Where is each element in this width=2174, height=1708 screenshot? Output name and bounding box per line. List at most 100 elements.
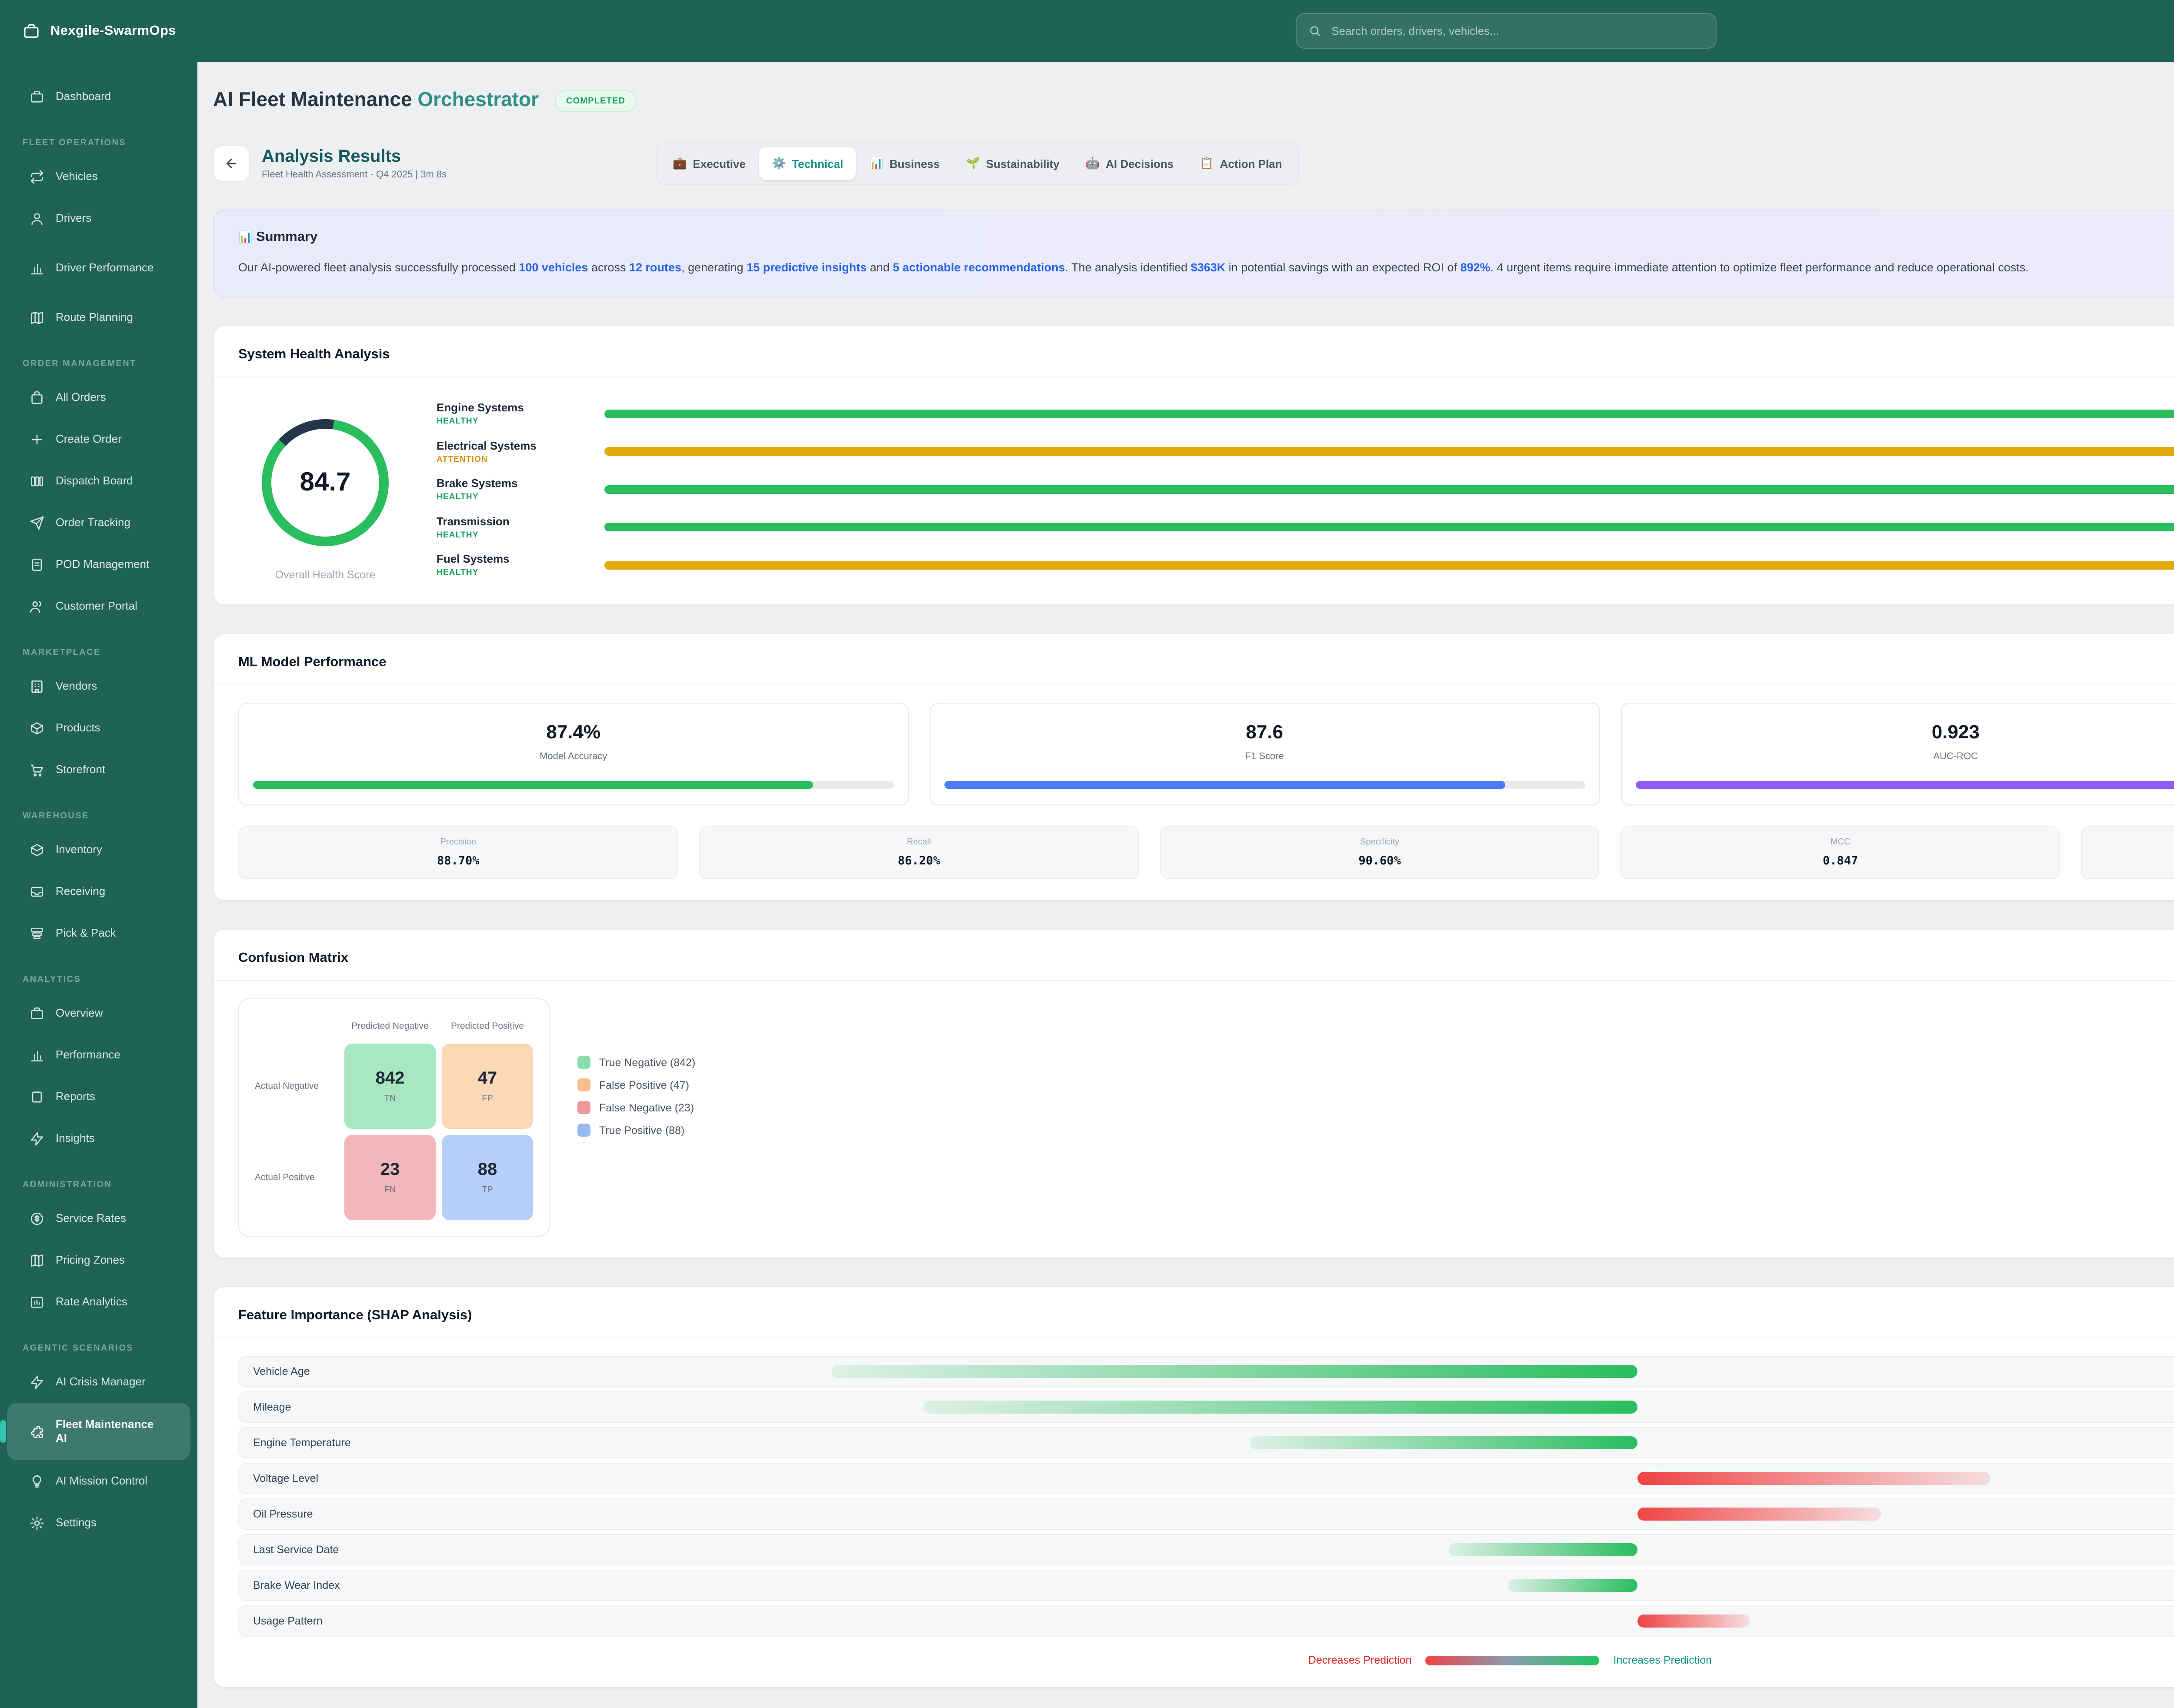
health-bar [604, 447, 2174, 456]
file-text-icon [30, 557, 44, 572]
system-health-title: System Health Analysis [238, 347, 2174, 363]
page-title-accent: Orchestrator [417, 88, 539, 110]
status-label: HEALTHY [437, 417, 604, 426]
map-icon [30, 310, 44, 325]
map-icon [30, 1253, 44, 1268]
tab-business[interactable]: 📊Business [857, 147, 952, 180]
arrow-left-icon [224, 157, 238, 170]
legend-swatch-tp [577, 1124, 590, 1137]
sidebar-item-insights[interactable]: Insights [7, 1118, 190, 1159]
sidebar-item-dispatch-board[interactable]: Dispatch Board [7, 460, 190, 502]
metric-precision: Precision88.70% [238, 827, 678, 880]
sidebar-section-analytics: ANALYTICS [0, 966, 197, 992]
sidebar-item-pricing-zones[interactable]: Pricing Zones [7, 1239, 190, 1281]
sidebar-item-receiving[interactable]: Receiving [7, 871, 190, 912]
health-row-fuel: Fuel SystemsHEALTHY 82% [437, 546, 2174, 584]
back-button[interactable] [213, 145, 250, 182]
shap-rows: Vehicle Age+0.324 Mileage+0.287 Engine T… [238, 1356, 2174, 1637]
gear-emoji-icon: ⚙️ [772, 157, 786, 170]
shap-bar [1637, 1615, 1750, 1628]
inbox-icon [30, 884, 44, 899]
sidebar-item-service-rates[interactable]: Service Rates [7, 1198, 190, 1239]
bag-icon [30, 390, 44, 405]
sidebar-item-rate-analytics[interactable]: Rate Analytics [7, 1281, 190, 1323]
sidebar-item-pod-management[interactable]: POD Management [7, 544, 190, 585]
sidebar-item-fleet-maintenance-ai[interactable]: Fleet Maintenance AI [7, 1403, 190, 1460]
clipboard-emoji-icon: 📋 [1200, 157, 1214, 170]
robot-emoji-icon: 🤖 [1086, 157, 1100, 170]
main-content: AI Fleet Maintenance Orchestrator COMPLE… [197, 62, 2174, 1708]
legend-swatch-fp [577, 1079, 590, 1092]
health-bar [604, 523, 2174, 531]
briefcase-icon [30, 1006, 44, 1021]
building-icon [30, 679, 44, 694]
health-row-electrical: Electrical SystemsATTENTION 78% [437, 433, 2174, 470]
cell-false-negative: 23FN [344, 1135, 436, 1221]
sidebar-item-inventory[interactable]: Inventory [7, 829, 190, 871]
sidebar-section-fleet-operations: FLEET OPERATIONS [0, 130, 197, 156]
app-viewport: Nexgile-SwarmOps Dashboard FLEET OPERATI… [0, 0, 2174, 1708]
sidebar-item-ai-crisis-manager[interactable]: AI Crisis Manager [7, 1361, 190, 1403]
shap-legend: Decreases Prediction Increases Predictio… [238, 1655, 2174, 1667]
plus-icon [30, 432, 44, 447]
shap-bar [831, 1365, 1637, 1378]
bar-chart-icon [30, 260, 44, 275]
shopping-cart-icon [30, 762, 44, 777]
metric-auc-roc: 0.923 AUC-ROC [1620, 703, 2174, 806]
brand-name: Nexgile-SwarmOps [50, 23, 176, 39]
sidebar-item-create-order[interactable]: Create Order [7, 418, 190, 460]
topbar: 170 JM John Mitchell Administrator [197, 0, 2174, 62]
sidebar-item-storefront[interactable]: Storefront [7, 749, 190, 791]
tab-executive[interactable]: 💼Executive [660, 147, 758, 180]
tab-sustainability[interactable]: 🌱Sustainability [954, 147, 1071, 180]
status-badge: COMPLETED [555, 90, 637, 112]
zap-icon [30, 1374, 44, 1389]
legend-swatch-tn [577, 1056, 590, 1069]
dollar-circle-icon [30, 1211, 44, 1226]
sidebar-item-customer-portal[interactable]: Customer Portal [7, 585, 190, 627]
sidebar-item-route-planning[interactable]: Route Planning [7, 297, 190, 338]
chart-box-icon [30, 1294, 44, 1309]
sidebar-item-driver-performance[interactable]: Driver Performance [7, 239, 190, 297]
shap-row-brake-wear-index: Brake Wear Index+0.052 [238, 1570, 2174, 1601]
sidebar-item-dashboard[interactable]: Dashboard [7, 76, 190, 117]
shap-bar [1449, 1544, 1637, 1557]
sidebar-item-vendors[interactable]: Vendors [7, 665, 190, 707]
overall-health-score: 84.7 [262, 419, 389, 546]
sidebar-item-vehicles[interactable]: Vehicles [7, 156, 190, 197]
document-icon [30, 1089, 44, 1104]
users-icon [30, 599, 44, 614]
search-input[interactable] [1330, 23, 1704, 38]
tab-ai-decisions[interactable]: 🤖AI Decisions [1074, 147, 1186, 180]
confusion-matrix-card: Confusion Matrix Predicted Negative Pred… [213, 929, 2174, 1259]
sidebar-item-reports[interactable]: Reports [7, 1076, 190, 1118]
legend-swatch-fn [577, 1101, 590, 1114]
columns-icon [30, 474, 44, 488]
sidebar-item-overview[interactable]: Overview [7, 992, 190, 1034]
cell-false-positive: 47FP [442, 1044, 533, 1129]
sidebar-item-drivers[interactable]: Drivers [7, 197, 190, 239]
shap-row-usage-pattern: Usage Pattern-0.045 [238, 1606, 2174, 1637]
metric-log-loss: Log Loss0.2341 [2081, 827, 2174, 880]
tab-technical[interactable]: ⚙️Technical [760, 147, 855, 180]
page-header: AI Fleet Maintenance Orchestrator COMPLE… [213, 77, 2174, 123]
sidebar-item-ai-mission-control[interactable]: AI Mission Control [7, 1460, 190, 1502]
shap-row-vehicle-age: Vehicle Age+0.324 [238, 1356, 2174, 1388]
shap-row-engine-temperature: Engine Temperature+0.156 [238, 1428, 2174, 1459]
results-title: Analysis Results [262, 147, 447, 167]
metric-mcc: MCC0.847 [1620, 827, 2061, 880]
sidebar-item-products[interactable]: Products [7, 707, 190, 749]
tab-action-plan[interactable]: 📋Action Plan [1187, 147, 1294, 180]
sidebar-item-pick-pack[interactable]: Pick & Pack [7, 912, 190, 954]
sidebar-item-order-tracking[interactable]: Order Tracking [7, 502, 190, 544]
bar-chart-emoji-icon: 📊 [869, 157, 883, 170]
summary-text: Our AI-powered fleet analysis successful… [238, 259, 2174, 277]
box-icon [30, 842, 44, 857]
global-search[interactable] [1296, 13, 1717, 49]
sidebar-item-performance[interactable]: Performance [7, 1034, 190, 1076]
sidebar-item-settings[interactable]: Settings [7, 1502, 190, 1544]
puzzle-icon [30, 1424, 44, 1439]
sidebar-section-marketplace: MARKETPLACE [0, 639, 197, 665]
shap-row-last-service-date: Last Service Date+0.076 [238, 1535, 2174, 1566]
sidebar-item-all-orders[interactable]: All Orders [7, 377, 190, 418]
